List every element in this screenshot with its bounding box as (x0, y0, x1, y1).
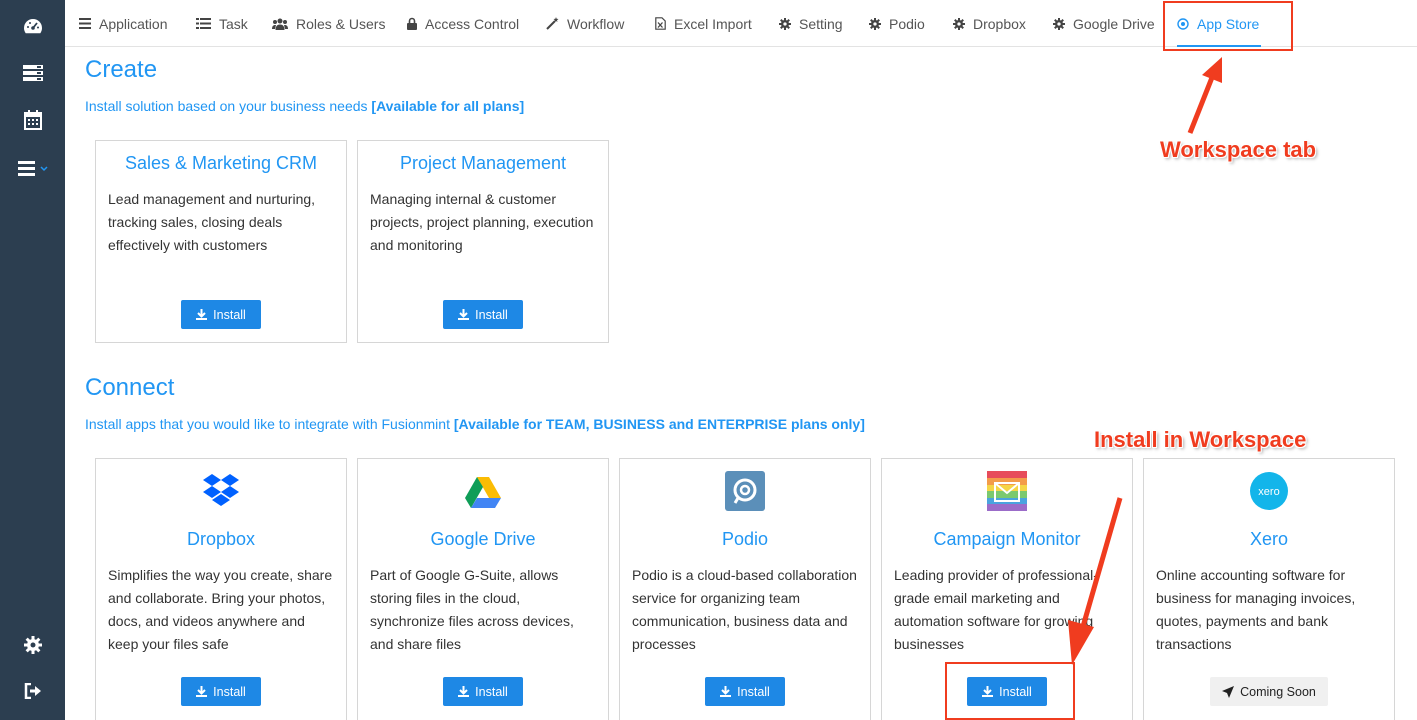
gear-icon (1053, 17, 1065, 30)
tab-label: Application (99, 15, 168, 32)
download-icon (720, 686, 732, 697)
install-button-label: Install (475, 307, 508, 322)
tab-podio[interactable]: Podio (869, 0, 925, 47)
create-plan-note: [Available for all plans] (371, 98, 525, 114)
sidebar (0, 0, 65, 720)
card-description: Lead management and nurturing, tracking … (108, 191, 316, 253)
podio-logo-icon (725, 471, 765, 511)
tab-google-drive[interactable]: Google Drive (1053, 0, 1155, 47)
gear-icon[interactable] (0, 630, 65, 660)
install-button-label: Install (213, 307, 246, 322)
app-card-google-drive: Google Drive Part of Google G-Suite, all… (357, 458, 609, 720)
campaign-monitor-logo-icon (987, 471, 1027, 511)
card-title: Sales & Marketing CRM (124, 153, 318, 173)
excel-file-icon (655, 17, 666, 30)
magic-wand-icon (546, 17, 559, 30)
app-card-xero: xero Xero Online accounting software for… (1143, 458, 1395, 720)
tab-setting[interactable]: Setting (779, 0, 843, 47)
card-description: Podio is a cloud-based collaboration ser… (632, 567, 857, 652)
users-icon (272, 18, 288, 30)
card-title: Xero (1249, 529, 1289, 549)
tab-label: Workflow (567, 15, 625, 32)
tab-label: Dropbox (973, 15, 1026, 32)
tab-label: Google Drive (1073, 15, 1155, 32)
card-title: Dropbox (186, 529, 256, 549)
install-button-label: Install (475, 684, 508, 699)
annotation-box-app-store (1163, 1, 1293, 51)
lock-icon (407, 17, 417, 30)
tab-dropbox[interactable]: Dropbox (953, 0, 1026, 47)
app-card-dropbox: Dropbox Simplifies the way you create, s… (95, 458, 347, 720)
connect-section-title: Connect (85, 374, 175, 401)
gear-icon (869, 17, 881, 30)
tab-label: Access Control (425, 15, 520, 32)
tab-workflow[interactable]: Workflow (546, 0, 624, 47)
install-button-label: Install (213, 684, 246, 699)
create-desc-text: Install solution based on your business … (85, 98, 372, 114)
annotation-box-install (945, 662, 1075, 720)
coming-soon-label: Coming Soon (1240, 684, 1316, 699)
calendar-icon[interactable] (0, 105, 65, 135)
create-section-desc: Install solution based on your business … (85, 98, 524, 114)
tab-task[interactable]: Task (196, 0, 248, 47)
xero-logo-text: xero (1258, 486, 1279, 498)
tab-excel-import[interactable]: Excel Import (655, 0, 752, 47)
connect-desc-text: Install apps that you would like to inte… (85, 416, 454, 432)
card-description: Part of Google G-Suite, allows storing f… (370, 567, 574, 652)
annotation-arrow-up (1187, 57, 1222, 134)
app-card-sales-crm: Sales & Marketing CRM Lead management an… (95, 140, 347, 343)
dropbox-logo-icon (203, 474, 239, 506)
install-button[interactable]: Install (443, 300, 523, 329)
tab-application[interactable]: Application (79, 0, 168, 47)
tab-roles-users[interactable]: Roles & Users (272, 0, 385, 47)
install-button[interactable]: Install (181, 677, 261, 706)
gear-icon (953, 17, 965, 30)
card-description: Simplifies the way you create, share and… (108, 567, 333, 652)
menu-icon[interactable] (0, 153, 65, 183)
connect-plan-note: [Available for TEAM, BUSINESS and ENTERP… (453, 416, 865, 432)
install-button[interactable]: Install (443, 677, 523, 706)
tab-label: Podio (889, 15, 925, 32)
dashboard-icon[interactable] (0, 11, 65, 41)
app-card-project-management: Project Management Managing internal & c… (357, 140, 609, 343)
tab-access-control[interactable]: Access Control (407, 0, 519, 47)
xero-logo-icon: xero (1250, 472, 1288, 510)
app-card-podio: Podio Podio is a cloud-based collaborati… (619, 458, 871, 720)
annotation-install-workspace: Install in Workspace (1094, 427, 1307, 452)
card-description: Managing internal & customer projects, p… (370, 191, 594, 253)
gear-icon (779, 17, 791, 30)
install-button[interactable]: Install (705, 677, 785, 706)
annotation-workspace-tab: Workspace tab (1160, 137, 1317, 162)
card-title: Google Drive (430, 529, 536, 549)
rocket-icon (1222, 685, 1235, 698)
google-drive-logo-icon (465, 477, 501, 508)
list-icon (79, 18, 91, 29)
tab-label: Excel Import (674, 15, 752, 32)
card-title: Project Management (399, 153, 567, 173)
connect-section-desc: Install apps that you would like to inte… (85, 416, 865, 432)
server-icon[interactable] (0, 58, 65, 88)
install-button[interactable]: Install (181, 300, 261, 329)
download-icon (196, 686, 208, 697)
download-icon (196, 309, 208, 320)
tab-label: Setting (799, 15, 843, 32)
tab-label: Task (219, 15, 248, 32)
annotation-arrow-down (1068, 497, 1123, 665)
download-icon (458, 309, 470, 320)
install-button-label: Install (737, 684, 770, 699)
card-description: Online accounting software for business … (1156, 567, 1356, 652)
tab-label: Roles & Users (296, 15, 386, 32)
create-section-title: Create (85, 56, 158, 83)
card-title: Podio (721, 529, 769, 549)
task-list-icon (196, 18, 211, 29)
coming-soon-badge: Coming Soon (1210, 677, 1328, 706)
download-icon (458, 686, 470, 697)
sign-out-icon[interactable] (0, 676, 65, 706)
